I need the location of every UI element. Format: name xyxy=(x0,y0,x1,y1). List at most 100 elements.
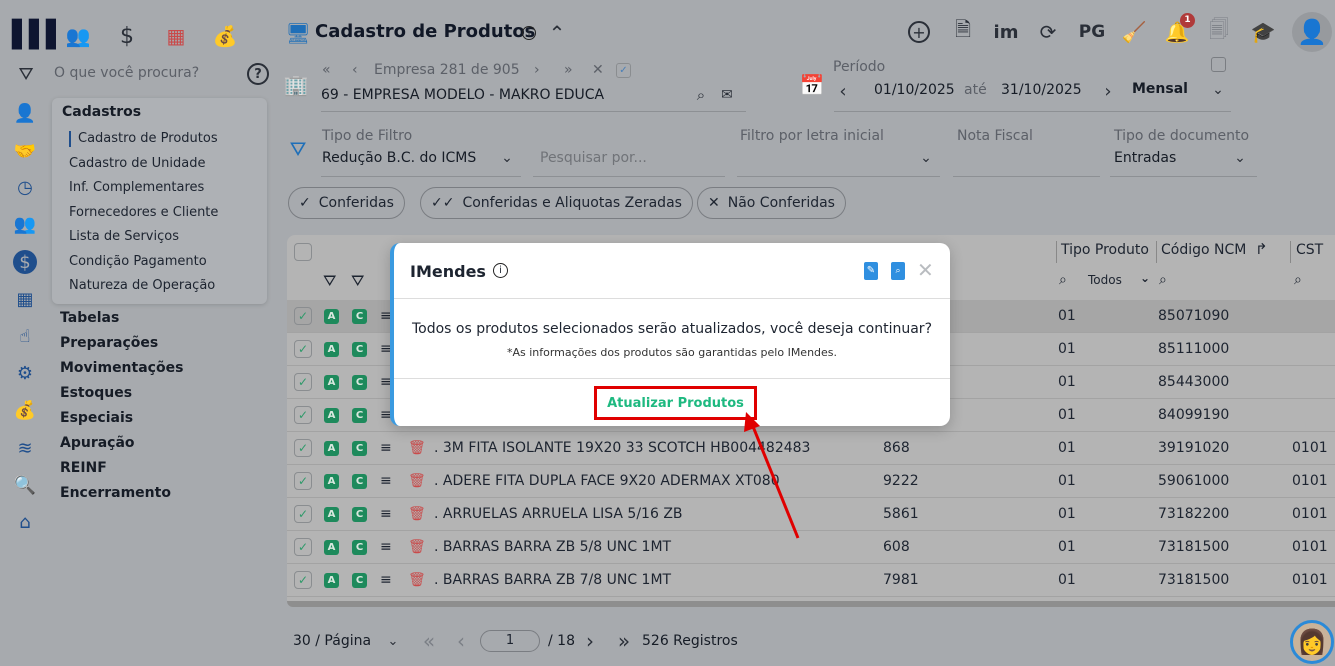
chevron-down-icon[interactable]: ⌄ xyxy=(1230,148,1250,168)
trash-icon[interactable]: 🗑 xyxy=(408,473,426,489)
filter-icon[interactable]: ⛛ xyxy=(351,271,364,291)
close-icon[interactable]: ✕ xyxy=(592,62,616,78)
trash-icon[interactable]: 🗑 xyxy=(408,539,426,555)
info-icon[interactable]: i xyxy=(493,263,508,278)
calculator-icon[interactable]: ▦ xyxy=(162,22,190,50)
search-filter-input[interactable]: Pesquisar por... xyxy=(540,150,647,166)
badge-c[interactable]: C xyxy=(352,573,367,588)
money-bag-icon[interactable]: 💰 xyxy=(12,399,38,421)
row-checkbox[interactable]: ✓ xyxy=(294,505,312,523)
table-row[interactable]: ✓ A C ≡ 🗑 . ARRUELAS ARRUELA LISA 5/16 Z… xyxy=(287,498,1335,531)
tipo-filter-select[interactable]: Todos xyxy=(1088,273,1122,287)
badge-a[interactable]: A xyxy=(324,408,339,423)
sidebar-item[interactable]: Estoques xyxy=(60,385,132,401)
document-icon[interactable]: 🗎 xyxy=(951,17,975,44)
sidebar-item[interactable]: Preparações xyxy=(60,335,158,351)
period-start[interactable]: 01/10/2025 xyxy=(874,82,955,98)
logo-icon[interactable]: ▌▌▌ xyxy=(12,20,66,50)
per-page-select[interactable]: 30 / Página xyxy=(293,633,371,649)
menu-icon[interactable]: ≡ xyxy=(380,539,392,555)
layers-icon[interactable]: ≋ xyxy=(12,437,38,459)
badge-a[interactable]: A xyxy=(324,441,339,456)
report-search-icon[interactable]: 🗐 xyxy=(1208,17,1230,44)
col-codigo-ncm[interactable]: Código NCM xyxy=(1161,242,1246,258)
prev-period-button[interactable]: ‹ xyxy=(835,81,851,102)
badge-c[interactable]: C xyxy=(352,474,367,489)
trash-icon[interactable]: 🗑 xyxy=(408,440,426,456)
prev-company-button[interactable]: ‹ xyxy=(352,62,374,78)
submenu-item[interactable]: Fornecedores e Cliente xyxy=(69,205,218,220)
table-row[interactable]: ✓ A C ≡ 🗑 . 3M FITA ISOLANTE 19X20 33 SC… xyxy=(287,432,1335,465)
badge-c[interactable]: C xyxy=(352,540,367,555)
sidebar-item[interactable]: Movimentações xyxy=(60,360,183,376)
menu-icon[interactable]: ≡ xyxy=(380,473,392,489)
page-input[interactable]: 1 xyxy=(480,630,540,652)
badge-c[interactable]: C xyxy=(352,408,367,423)
row-checkbox[interactable]: ✓ xyxy=(294,538,312,556)
sidebar-section-cadastros[interactable]: Cadastros xyxy=(62,104,141,120)
hand-pointer-icon[interactable]: ☝ xyxy=(12,325,38,347)
pg-icon[interactable]: PG xyxy=(1078,20,1106,44)
avatar[interactable]: 👤 xyxy=(1292,12,1332,52)
dollar-icon[interactable]: $ xyxy=(113,22,141,50)
chip-nao-conferidas[interactable]: ✕ Não Conferidas xyxy=(697,187,846,219)
search-icon[interactable]: ⌕ xyxy=(1294,272,1302,288)
search-icon[interactable]: ⌕ xyxy=(692,86,710,104)
badge-c[interactable]: C xyxy=(352,507,367,522)
refresh-icon[interactable]: ⟳ xyxy=(1036,20,1060,44)
search-icon[interactable]: ⌕ xyxy=(1059,272,1067,288)
search-icon[interactable]: ⌕ xyxy=(1159,272,1167,288)
info-icon[interactable]: i xyxy=(522,26,536,40)
submenu-item[interactable]: Cadastro de Unidade xyxy=(69,156,206,171)
row-checkbox[interactable]: ✓ xyxy=(294,307,312,325)
next-company-button[interactable]: › xyxy=(534,62,564,78)
chevron-down-icon[interactable]: ⌄ xyxy=(916,148,936,168)
period-mode[interactable]: Mensal xyxy=(1132,81,1188,97)
menu-icon[interactable]: ≡ xyxy=(380,440,392,456)
select-all-checkbox[interactable] xyxy=(294,243,312,261)
menu-icon[interactable]: ≡ xyxy=(380,506,392,522)
badge-a[interactable]: A xyxy=(324,309,339,324)
file-search-icon[interactable]: ⌕ xyxy=(891,262,905,280)
trash-icon[interactable]: 🗑 xyxy=(408,572,426,588)
broom-icon[interactable]: 🧹 xyxy=(1122,20,1147,44)
next-page-button[interactable]: › xyxy=(582,629,598,653)
network-icon[interactable]: ⚙ xyxy=(12,362,38,384)
chevron-down-icon[interactable]: ⌄ xyxy=(1140,271,1150,285)
mail-icon[interactable]: ✉ xyxy=(718,86,736,104)
period-checkbox[interactable] xyxy=(1211,57,1226,72)
submenu-item[interactable]: Lista de Serviços xyxy=(69,229,179,244)
add-circle-icon[interactable]: + xyxy=(908,21,930,43)
assistant-avatar[interactable]: 👩 xyxy=(1290,620,1334,664)
badge-a[interactable]: A xyxy=(324,375,339,390)
sidebar-item[interactable]: Especiais xyxy=(60,410,133,426)
sidebar-item[interactable]: REINF xyxy=(60,460,107,476)
graduation-cap-icon[interactable]: 🎓 xyxy=(1250,20,1276,44)
badge-c[interactable]: C xyxy=(352,375,367,390)
row-checkbox[interactable]: ✓ xyxy=(294,340,312,358)
badge-c[interactable]: C xyxy=(352,309,367,324)
people-icon[interactable]: 👥 xyxy=(12,213,38,235)
filter-icon[interactable]: ⛛ xyxy=(14,62,38,86)
user-settings-icon[interactable]: 👤 xyxy=(12,102,38,124)
search-icon[interactable]: 🔍 xyxy=(12,474,38,496)
tipo-doc-select[interactable]: Entradas xyxy=(1114,150,1176,166)
table-row[interactable]: ✓ A C ≡ 🗑 . ADERE FITA DUPLA FACE 9X20 A… xyxy=(287,465,1335,498)
close-icon[interactable]: ✕ xyxy=(917,258,934,282)
users-icon[interactable]: 👥 xyxy=(64,22,92,50)
chevron-down-icon[interactable]: ⌄ xyxy=(384,632,402,650)
next-period-button[interactable]: › xyxy=(1100,81,1116,102)
atualizar-produtos-button[interactable]: Atualizar Produtos xyxy=(594,386,757,420)
calculator-icon[interactable]: ▦ xyxy=(12,288,38,310)
col-tipo-produto[interactable]: Tipo Produto xyxy=(1061,242,1149,258)
im-icon[interactable]: im xyxy=(993,20,1019,44)
submenu-item[interactable]: Condição Pagamento xyxy=(69,254,207,269)
prev-page-button[interactable]: ‹ xyxy=(452,629,470,653)
home-icon[interactable]: ⌂ xyxy=(12,511,38,533)
col-cst[interactable]: CST xyxy=(1296,242,1323,258)
first-company-button[interactable]: « xyxy=(322,62,352,78)
filter-icon[interactable]: ⛛ xyxy=(323,271,336,291)
dollar-circle-icon[interactable]: $ xyxy=(13,250,37,274)
submenu-item[interactable]: Inf. Complementares xyxy=(69,180,204,195)
table-row[interactable]: ✓ A C ≡ 🗑 . BARRAS BARRA ZB 7/8 UNC 1MT … xyxy=(287,564,1335,597)
